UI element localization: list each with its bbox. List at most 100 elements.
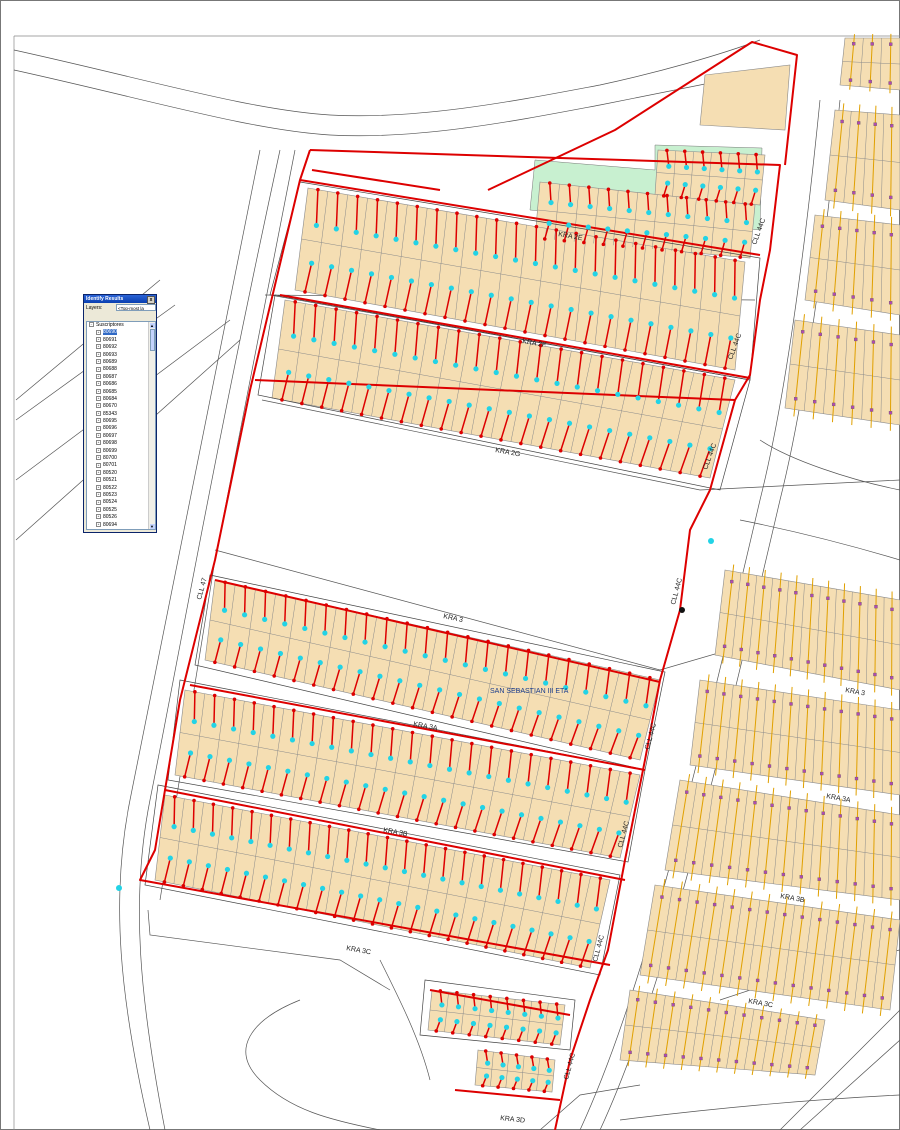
- plus-icon[interactable]: +: [96, 410, 101, 416]
- node-point-icon[interactable]: [351, 918, 356, 922]
- subscriber-point-icon[interactable]: [328, 264, 335, 270]
- node-point-icon[interactable]: [280, 398, 284, 402]
- meter-icon[interactable]: [695, 900, 699, 904]
- node-point-icon[interactable]: [430, 734, 435, 738]
- node-point-icon[interactable]: [467, 1032, 472, 1037]
- meter-icon[interactable]: [681, 1055, 685, 1059]
- node-point-icon[interactable]: [723, 366, 727, 370]
- subscriber-point-icon[interactable]: [382, 786, 388, 792]
- node-point-icon[interactable]: [465, 941, 469, 945]
- meter-icon[interactable]: [646, 1052, 650, 1056]
- subscriber-point-icon[interactable]: [488, 292, 494, 298]
- meter-icon[interactable]: [854, 337, 858, 342]
- meter-icon[interactable]: [868, 79, 872, 84]
- meter-icon[interactable]: [889, 675, 894, 680]
- subscriber-point-icon[interactable]: [603, 694, 609, 700]
- node-point-icon[interactable]: [484, 945, 488, 949]
- meter-icon[interactable]: [763, 870, 768, 874]
- subscriber-point-icon[interactable]: [486, 406, 492, 412]
- subscriber-point-icon[interactable]: [337, 664, 343, 670]
- node-point-icon[interactable]: [473, 829, 477, 833]
- meter-icon[interactable]: [888, 927, 892, 932]
- subscriber-point-icon[interactable]: [478, 883, 484, 890]
- meter-icon[interactable]: [873, 714, 877, 719]
- subscriber-point-icon[interactable]: [421, 794, 427, 800]
- node-point-icon[interactable]: [559, 868, 564, 873]
- tree-item[interactable]: +80524: [87, 499, 155, 506]
- subscriber-point-icon[interactable]: [344, 857, 350, 863]
- subscriber-point-icon[interactable]: [486, 773, 492, 780]
- subscriber-point-icon[interactable]: [682, 181, 688, 188]
- meter-icon[interactable]: [685, 790, 689, 794]
- subscriber-point-icon[interactable]: [407, 759, 413, 765]
- subscriber-point-icon[interactable]: [502, 671, 509, 677]
- node-point-icon[interactable]: [479, 434, 483, 438]
- node-point-icon[interactable]: [450, 715, 454, 719]
- subscriber-point-icon[interactable]: [493, 253, 499, 260]
- subscriber-point-icon[interactable]: [508, 296, 514, 302]
- meter-icon[interactable]: [840, 119, 844, 124]
- subscriber-point-icon[interactable]: [453, 247, 459, 253]
- node-point-icon[interactable]: [660, 248, 664, 252]
- meter-icon[interactable]: [856, 121, 861, 125]
- node-point-icon[interactable]: [304, 598, 308, 603]
- node-point-icon[interactable]: [260, 789, 264, 794]
- subscriber-point-icon[interactable]: [603, 795, 610, 802]
- node-point-icon[interactable]: [257, 899, 261, 903]
- node-point-icon[interactable]: [292, 678, 296, 683]
- subscriber-point-icon[interactable]: [593, 906, 600, 912]
- subscriber-point-icon[interactable]: [531, 1065, 537, 1072]
- subscriber-point-icon[interactable]: [485, 1060, 491, 1066]
- node-point-icon[interactable]: [371, 723, 375, 727]
- node-point-icon[interactable]: [514, 1053, 519, 1057]
- subscriber-point-icon[interactable]: [632, 278, 638, 284]
- node-point-icon[interactable]: [470, 719, 474, 724]
- subscriber-point-icon[interactable]: [333, 226, 339, 232]
- meter-icon[interactable]: [821, 811, 825, 815]
- node-point-icon[interactable]: [531, 839, 535, 844]
- node-point-icon[interactable]: [723, 200, 728, 204]
- node-point-icon[interactable]: [589, 850, 593, 855]
- meter-icon[interactable]: [671, 1003, 675, 1007]
- meter-icon[interactable]: [628, 1050, 632, 1055]
- subscriber-point-icon[interactable]: [281, 878, 288, 884]
- node-point-icon[interactable]: [598, 876, 603, 880]
- subscriber-point-icon[interactable]: [116, 885, 122, 891]
- subscriber-point-icon[interactable]: [426, 395, 432, 401]
- node-point-icon[interactable]: [389, 926, 394, 930]
- meter-icon[interactable]: [870, 925, 875, 929]
- meter-icon[interactable]: [756, 650, 760, 655]
- subscriber-point-icon[interactable]: [382, 644, 388, 650]
- meter-icon[interactable]: [810, 593, 814, 598]
- node-point-icon[interactable]: [658, 467, 663, 471]
- node-point-icon[interactable]: [311, 683, 316, 687]
- subscriber-point-icon[interactable]: [322, 630, 328, 636]
- subscriber-point-icon[interactable]: [728, 335, 734, 341]
- meter-icon[interactable]: [833, 188, 838, 193]
- subscriber-point-icon[interactable]: [525, 781, 531, 787]
- node-point-icon[interactable]: [243, 585, 248, 589]
- node-point-icon[interactable]: [673, 248, 678, 253]
- meter-icon[interactable]: [715, 756, 719, 761]
- subscriber-point-icon[interactable]: [516, 705, 522, 711]
- meter-icon[interactable]: [870, 193, 874, 197]
- plus-icon[interactable]: +: [96, 403, 101, 409]
- subscriber-point-icon[interactable]: [505, 777, 512, 783]
- subscriber-point-icon[interactable]: [646, 209, 652, 216]
- meter-icon[interactable]: [856, 712, 860, 716]
- meter-icon[interactable]: [800, 915, 804, 919]
- meter-icon[interactable]: [880, 996, 884, 1000]
- node-point-icon[interactable]: [618, 459, 623, 464]
- subscriber-point-icon[interactable]: [433, 243, 439, 249]
- scroll-up-icon[interactable]: ▲: [149, 322, 155, 328]
- subscriber-point-icon[interactable]: [205, 863, 211, 869]
- meter-icon[interactable]: [736, 798, 740, 802]
- node-point-icon[interactable]: [181, 883, 186, 888]
- meter-icon[interactable]: [699, 1056, 703, 1061]
- subscriber-point-icon[interactable]: [415, 904, 421, 910]
- meter-icon[interactable]: [677, 897, 682, 902]
- node-point-icon[interactable]: [223, 580, 227, 585]
- tree-item[interactable]: +80689: [87, 359, 155, 366]
- subscriber-point-icon[interactable]: [754, 169, 760, 175]
- subscriber-point-icon[interactable]: [545, 784, 551, 791]
